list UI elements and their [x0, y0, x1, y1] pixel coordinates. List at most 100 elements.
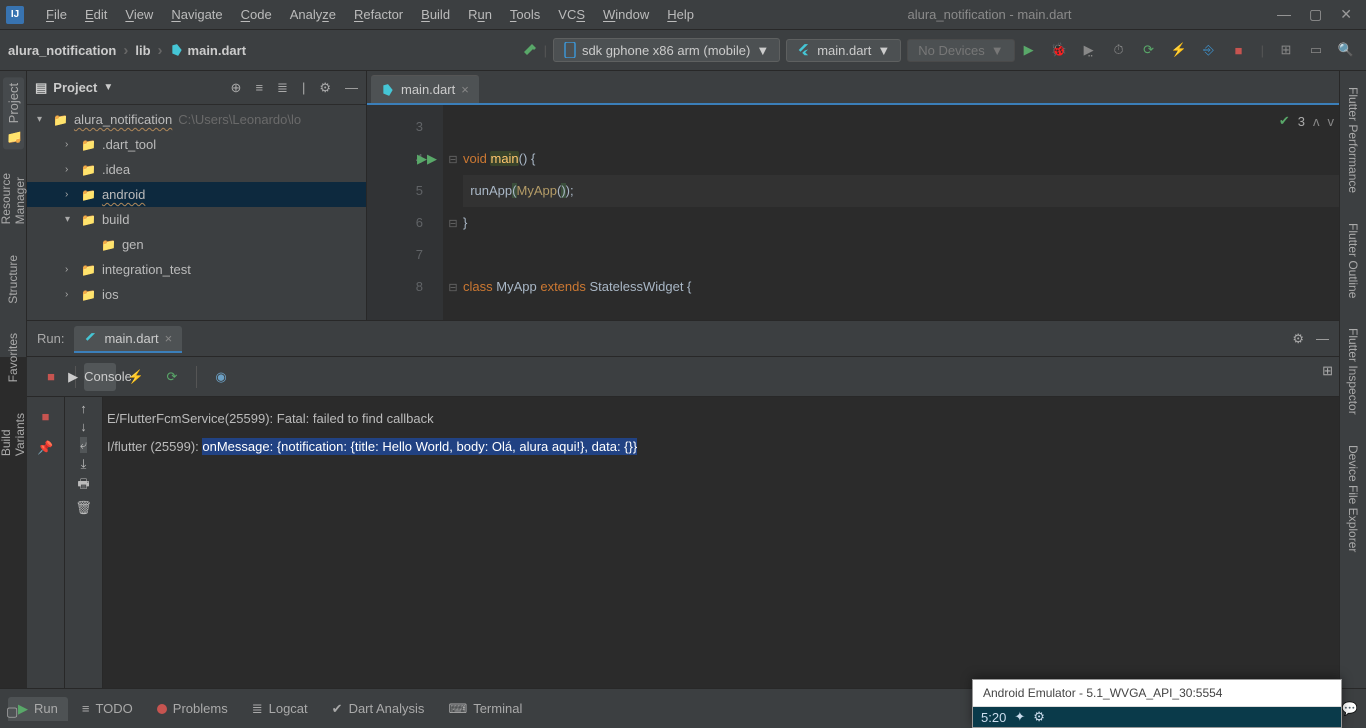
- menu-run[interactable]: Run: [460, 4, 500, 25]
- scroll-end-icon[interactable]: ⤓: [81, 456, 87, 472]
- locate-icon[interactable]: ⊕: [231, 80, 242, 96]
- inspection-status[interactable]: ✔ 3 ʌ v: [1279, 113, 1334, 129]
- hammer-icon[interactable]: [522, 42, 538, 58]
- run-panel-label: Run:: [37, 331, 64, 346]
- hot-reload-icon[interactable]: ⟳: [1141, 42, 1157, 58]
- chevron-down-icon[interactable]: v: [1328, 114, 1335, 129]
- left-tab-build-variants[interactable]: Build Variants: [0, 407, 30, 462]
- layout-icon[interactable]: ⊞: [1322, 363, 1333, 379]
- phone-icon: [564, 42, 576, 58]
- console-output[interactable]: E/FlutterFcmService(25599): Fatal: faile…: [103, 397, 1339, 688]
- editor-tab-main[interactable]: main.dart ×: [371, 75, 479, 103]
- restart-icon[interactable]: ⟳: [156, 363, 188, 391]
- avd-icon[interactable]: ▭: [1308, 42, 1324, 58]
- flash-icon[interactable]: ⚡: [1171, 42, 1187, 58]
- breadcrumb-project[interactable]: alura_notification: [8, 43, 116, 58]
- soft-wrap-icon[interactable]: ⤶: [80, 437, 87, 453]
- tree-item[interactable]: ▾📁build: [27, 207, 366, 232]
- up-arrow-icon[interactable]: ↑: [80, 401, 87, 416]
- separator: |: [1261, 43, 1264, 58]
- search-icon[interactable]: 🔍: [1338, 42, 1354, 58]
- menu-tools[interactable]: Tools: [502, 4, 548, 25]
- menu-help[interactable]: Help: [659, 4, 702, 25]
- run-config-selector[interactable]: main.dart ▼: [786, 39, 901, 62]
- sb-terminal[interactable]: ⌨Terminal: [438, 697, 532, 721]
- minimize-icon[interactable]: —: [1277, 6, 1291, 23]
- menu-vcs[interactable]: VCS: [550, 4, 593, 25]
- clear-icon[interactable]: 🗑: [75, 500, 92, 516]
- tree-root-label: alura_notification: [74, 112, 172, 127]
- tree-item-android[interactable]: ›📁android: [27, 182, 366, 207]
- pin-icon[interactable]: 📌: [33, 435, 59, 461]
- stop-icon[interactable]: ■: [1231, 42, 1247, 58]
- tree-item[interactable]: ›📁.idea: [27, 157, 366, 182]
- tree-root[interactable]: ▾ 📁 alura_notification C:\Users\Leonardo…: [27, 107, 366, 132]
- hide-icon[interactable]: —: [345, 80, 358, 96]
- emulator-popup[interactable]: Android Emulator - 5.1_WVGA_API_30:5554 …: [972, 679, 1342, 728]
- separator: |: [302, 80, 305, 96]
- menu-view[interactable]: View: [117, 4, 161, 25]
- sb-dart-analysis[interactable]: ✔Dart Analysis: [322, 697, 435, 721]
- breadcrumb-folder[interactable]: lib: [135, 43, 150, 58]
- coverage-icon[interactable]: ▶̤: [1081, 42, 1097, 58]
- run-panel-tab[interactable]: main.dart ×: [74, 326, 182, 353]
- menu-code[interactable]: Code: [233, 4, 280, 25]
- left-tab-structure[interactable]: Structure: [3, 249, 23, 310]
- gear-icon[interactable]: ⚙: [319, 80, 331, 96]
- right-tab-device-file-explorer[interactable]: Device File Explorer: [1343, 439, 1363, 558]
- maximize-icon[interactable]: ▢: [1309, 6, 1322, 23]
- tree-item[interactable]: ›📁.dart_tool: [27, 132, 366, 157]
- right-tab-flutter-performance[interactable]: Flutter Performance: [1343, 81, 1363, 199]
- tree-item[interactable]: 📁gen: [27, 232, 366, 257]
- tool-window-quick-access-icon[interactable]: ▢: [6, 704, 18, 720]
- tree-item[interactable]: ›📁ios: [27, 282, 366, 307]
- debug-icon[interactable]: 🐞: [1051, 42, 1067, 58]
- menu-file[interactable]: File: [38, 4, 75, 25]
- event-log-icon[interactable]: 💬: [1342, 701, 1358, 717]
- close-icon[interactable]: ✕: [1340, 6, 1352, 23]
- close-tab-icon[interactable]: ×: [165, 331, 173, 346]
- console-actions: ↑ ↓ ⤶ ⤓ 🖶 🗑: [65, 397, 103, 688]
- tree-item[interactable]: ›📁integration_test: [27, 257, 366, 282]
- right-tab-flutter-outline[interactable]: Flutter Outline: [1343, 217, 1363, 304]
- breadcrumb-file[interactable]: main.dart: [188, 43, 247, 58]
- menu-edit[interactable]: Edit: [77, 4, 115, 25]
- folder-icon: 📁: [81, 138, 96, 152]
- chevron-up-icon[interactable]: ʌ: [1313, 114, 1320, 129]
- hide-icon[interactable]: —: [1316, 331, 1329, 347]
- right-tab-flutter-inspector[interactable]: Flutter Inspector: [1343, 322, 1363, 421]
- expand-arrow-icon[interactable]: ▾: [37, 114, 47, 125]
- sb-problems[interactable]: Problems: [147, 697, 238, 720]
- folder-icon: 📁: [53, 113, 68, 127]
- print-icon[interactable]: 🖶: [77, 475, 89, 497]
- run-icon[interactable]: ▶: [1021, 42, 1037, 58]
- close-tab-icon[interactable]: ×: [461, 82, 469, 97]
- attach-icon[interactable]: ⎆: [1201, 42, 1217, 58]
- sb-todo[interactable]: ≡TODO: [72, 697, 143, 720]
- console-tab[interactable]: ▶Console: [84, 363, 116, 391]
- breadcrumb[interactable]: alura_notification › lib › main.dart: [8, 42, 246, 59]
- menu-analyze[interactable]: Analyze: [282, 4, 344, 25]
- left-tab-project[interactable]: 📁Project: [3, 77, 24, 149]
- profile-icon[interactable]: ⏱: [1111, 42, 1127, 58]
- expand-all-icon[interactable]: ≡: [255, 80, 263, 96]
- down-arrow-icon[interactable]: ↓: [80, 419, 87, 434]
- layout-icon[interactable]: ⊞: [1278, 42, 1294, 58]
- menu-refactor[interactable]: Refactor: [346, 4, 411, 25]
- devtools-icon[interactable]: ◉: [205, 363, 237, 391]
- editor-tabs: main.dart ×: [367, 71, 1366, 105]
- collapse-all-icon[interactable]: ≣: [277, 80, 288, 96]
- gear-icon[interactable]: ⚙: [1292, 331, 1304, 347]
- left-tab-favorites[interactable]: Favorites: [3, 327, 23, 388]
- stop-icon[interactable]: ■: [33, 403, 59, 429]
- menu-navigate[interactable]: Navigate: [163, 4, 230, 25]
- menu-window[interactable]: Window: [595, 4, 657, 25]
- device-selector[interactable]: sdk gphone x86 arm (mobile) ▼: [553, 38, 780, 62]
- no-devices[interactable]: No Devices ▼: [907, 39, 1014, 62]
- flash-icon[interactable]: ⚡: [120, 363, 152, 391]
- left-tab-resource-manager[interactable]: Resource Manager: [0, 167, 30, 230]
- console-line: I/flutter (25599): onMessage: {notificat…: [107, 433, 1335, 461]
- project-panel-title[interactable]: ▤ Project ▼: [35, 80, 113, 96]
- menu-build[interactable]: Build: [413, 4, 458, 25]
- sb-logcat[interactable]: ≣Logcat: [242, 697, 318, 721]
